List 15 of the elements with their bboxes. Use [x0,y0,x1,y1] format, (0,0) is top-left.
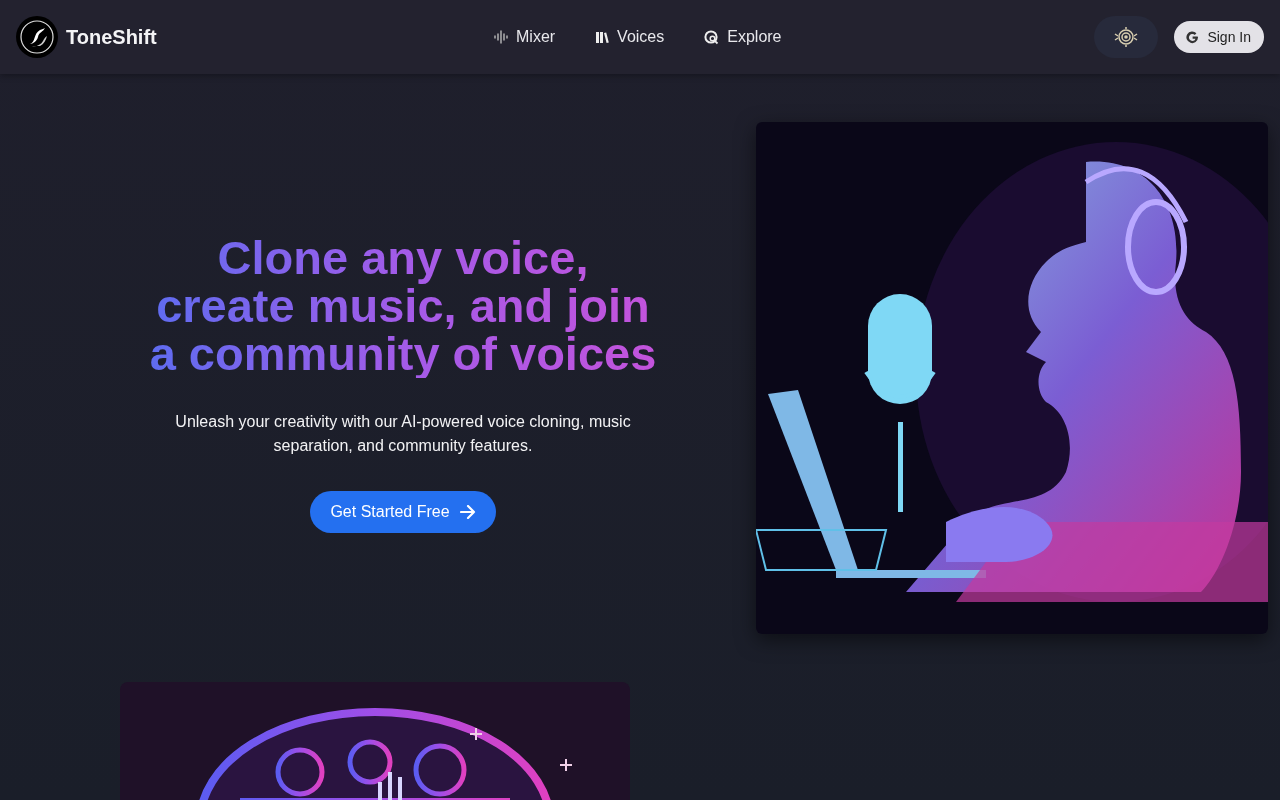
sign-in-button[interactable]: Sign In [1174,21,1264,53]
hero-subtitle: Unleash your creativity with our AI-powered voice cloning, music separation, and community features. [175,411,631,456]
waveform-icon [494,30,508,44]
nav-link[interactable]: Mixer [494,28,556,46]
google-icon [1186,30,1200,44]
sun-icon [1113,26,1140,48]
globe-search-icon [704,29,720,45]
brand-name: ToneShift [66,25,157,49]
logo-icon[interactable] [16,16,58,58]
books-icon [595,30,610,44]
theme-toggle-button[interactable] [1094,16,1159,58]
get-started-button[interactable]: Get Started Free [310,490,496,533]
nav-link[interactable]: Voices [595,28,665,46]
nav-link[interactable]: Explore [704,28,782,46]
arrow-right-icon [459,504,476,519]
